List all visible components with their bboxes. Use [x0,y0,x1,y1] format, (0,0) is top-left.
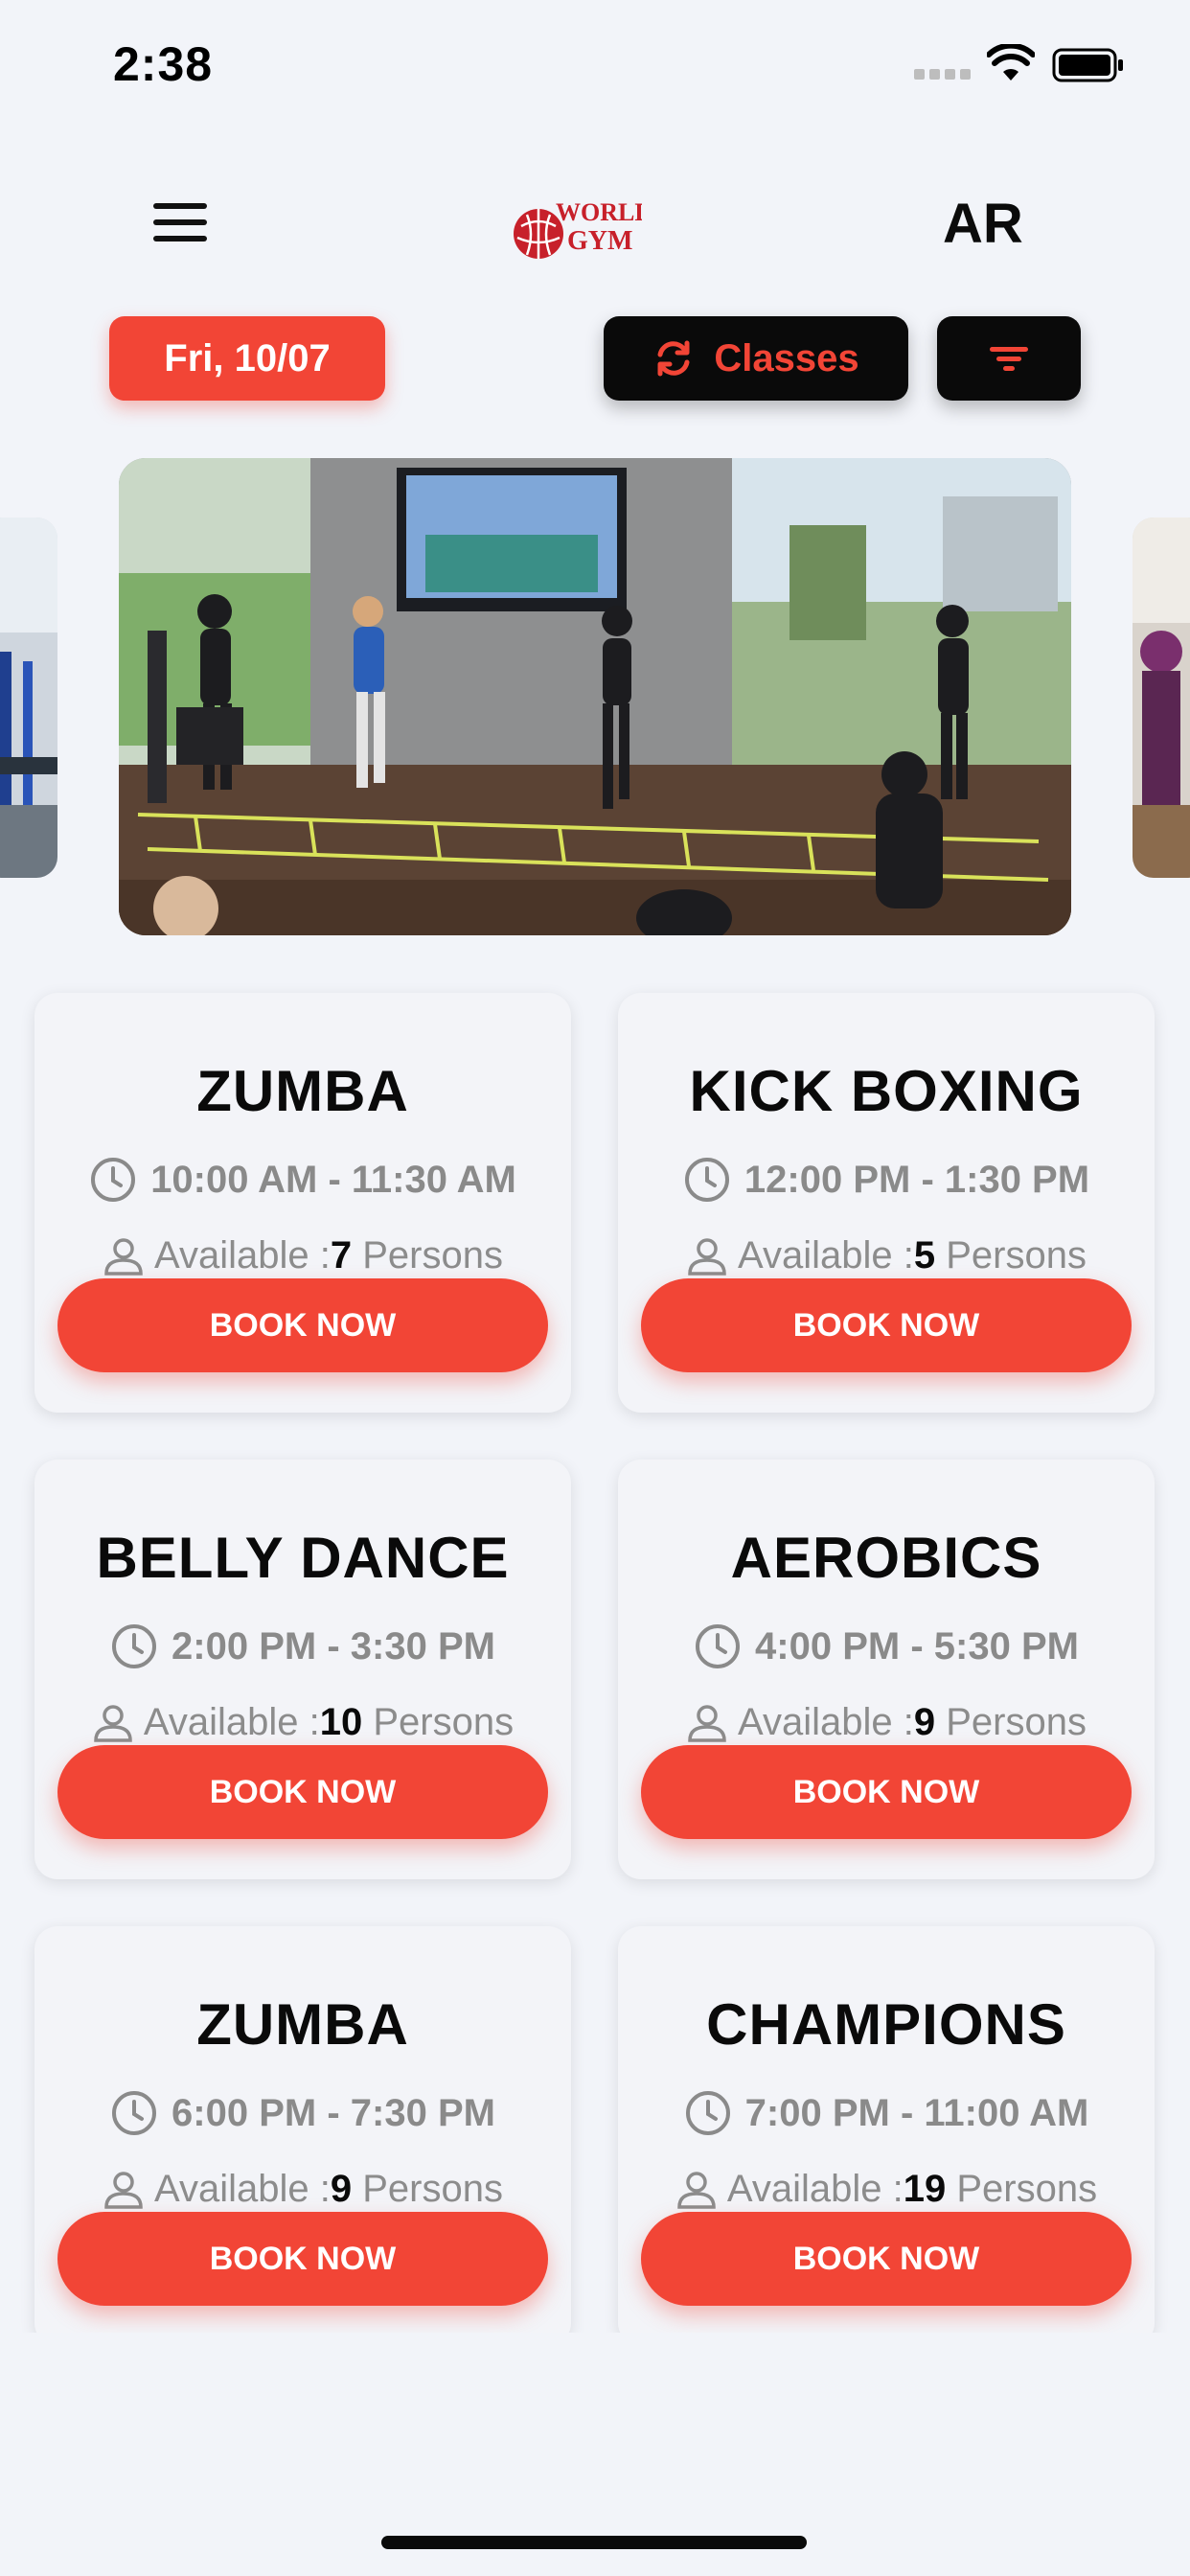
availability-suffix: Persons [956,2168,1098,2210]
svg-text:GYM: GYM [567,226,632,256]
hamburger-menu-icon[interactable] [153,203,207,242]
date-label: Fri, 10/07 [164,336,331,380]
svg-text:WORLD: WORLD [556,198,642,226]
class-availability: Available :5 Persons [618,1234,1155,1277]
class-availability: Available :7 Persons [34,1234,571,1277]
classes-toggle-button[interactable]: Classes [604,316,908,401]
class-card: KICK BOXING 12:00 PM - 1:30 PM Available… [618,993,1155,1413]
availability-count: 5 [913,1234,936,1276]
clock-icon [112,2091,157,2135]
class-availability: Available :19 Persons [618,2168,1155,2211]
class-time: 4:00 PM - 5:30 PM [618,1622,1155,1670]
class-time-text: 6:00 PM - 7:30 PM [172,2091,495,2134]
book-now-button[interactable]: BOOK NOW [57,1745,548,1839]
book-now-button[interactable]: BOOK NOW [641,1745,1132,1839]
class-time: 12:00 PM - 1:30 PM [618,1156,1155,1204]
availability-prefix: Available : [154,1234,331,1276]
class-time-text: 2:00 PM - 3:30 PM [172,1624,495,1668]
book-now-button[interactable]: BOOK NOW [641,1278,1132,1372]
class-availability: Available :10 Persons [34,1701,571,1744]
battery-icon [1052,48,1123,82]
availability-prefix: Available : [143,1701,320,1743]
carousel-prev-image[interactable] [0,518,57,878]
class-availability: Available :9 Persons [34,2168,571,2211]
status-time: 2:38 [113,37,214,91]
availability-prefix: Available : [738,1234,914,1276]
class-time: 10:00 AM - 11:30 AM [34,1156,571,1204]
class-time: 7:00 PM - 11:00 AM [618,2089,1155,2137]
clock-icon [685,2091,730,2135]
filter-icon [990,347,1028,371]
availability-suffix: Persons [946,1234,1087,1276]
availability-suffix: Persons [362,2168,503,2210]
class-availability: Available :9 Persons [618,1701,1155,1744]
availability-prefix: Available : [726,2168,904,2210]
class-name: ZUMBA [196,1059,409,1123]
book-now-button[interactable]: BOOK NOW [641,2212,1132,2306]
class-card: CHAMPIONS 7:00 PM - 11:00 AM Available :… [618,1926,1155,2346]
filter-button[interactable] [937,316,1081,401]
carousel-next-image[interactable] [1133,518,1190,878]
class-time: 2:00 PM - 3:30 PM [34,1622,571,1670]
class-name: CHAMPIONS [706,1992,1066,2057]
person-icon [104,2171,143,2209]
book-now-button[interactable]: BOOK NOW [57,1278,548,1372]
class-card: BELLY DANCE 2:00 PM - 3:30 PM Available … [34,1460,571,1879]
date-picker-button[interactable]: Fri, 10/07 [109,316,385,401]
availability-suffix: Persons [946,1701,1087,1743]
class-time-text: 7:00 PM - 11:00 AM [744,2091,1089,2134]
availability-count: 7 [330,1234,353,1276]
availability-suffix: Persons [362,1234,503,1276]
home-indicator[interactable] [381,2536,807,2549]
clock-icon [112,1624,157,1668]
availability-suffix: Persons [373,1701,515,1743]
wifi-icon [987,44,1035,80]
availability-count: 9 [330,2168,353,2210]
clock-icon [696,1624,741,1668]
availability-count: 10 [319,1701,363,1743]
person-icon [94,1704,132,1742]
language-toggle-button[interactable]: AR [943,192,1023,256]
class-time-text: 10:00 AM - 11:30 AM [150,1158,516,1201]
availability-count: 19 [903,2168,947,2210]
carousel-main-image[interactable] [119,458,1071,935]
class-time-text: 12:00 PM - 1:30 PM [744,1158,1090,1201]
availability-prefix: Available : [738,1701,914,1743]
cellular-signal-icon [914,69,972,82]
availability-count: 9 [913,1701,936,1743]
person-icon [104,1237,143,1276]
availability-prefix: Available : [154,2168,331,2210]
person-icon [688,1704,726,1742]
book-now-button[interactable]: BOOK NOW [57,2212,548,2306]
class-time-text: 4:00 PM - 5:30 PM [755,1624,1079,1668]
refresh-icon [657,340,690,377]
class-time: 6:00 PM - 7:30 PM [34,2089,571,2137]
classes-label: Classes [714,336,859,380]
class-name: KICK BOXING [689,1059,1084,1123]
class-name: BELLY DANCE [96,1526,510,1590]
class-name: ZUMBA [196,1992,409,2057]
class-name: AEROBICS [730,1526,1042,1590]
clock-icon [91,1158,136,1202]
class-card: ZUMBA 6:00 PM - 7:30 PM Available :9 Per… [34,1926,571,2346]
person-icon [688,1237,726,1276]
clock-icon [684,1158,729,1202]
class-card: AEROBICS 4:00 PM - 5:30 PM Available :9 … [618,1460,1155,1879]
class-card: ZUMBA 10:00 AM - 11:30 AM Available :7 P… [34,993,571,1413]
world-gym-logo: WORLD GYM [514,198,642,259]
person-icon [677,2171,716,2209]
